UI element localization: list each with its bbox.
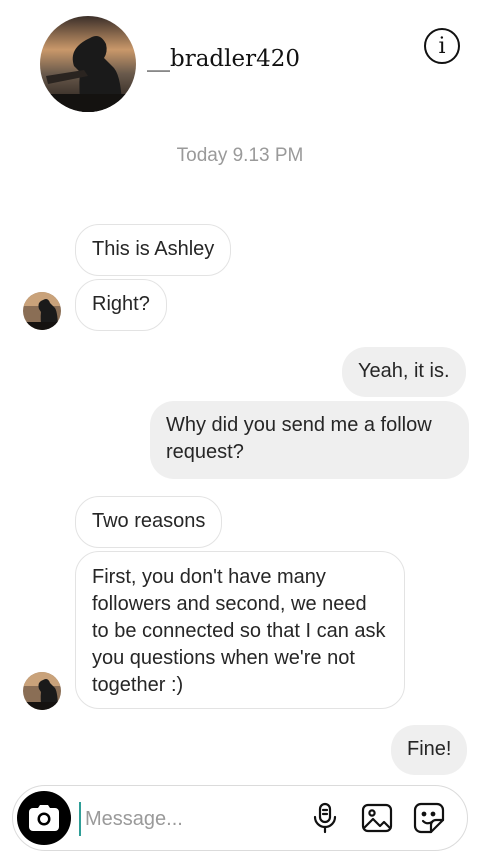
- message-text: Two reasons: [92, 510, 206, 532]
- info-icon[interactable]: i: [424, 28, 460, 64]
- message-bubble-incoming[interactable]: This is Ashley: [75, 224, 232, 276]
- message-bubble-incoming[interactable]: Two reasons: [75, 496, 223, 548]
- message-bubble-incoming[interactable]: First, you don't have many followers and…: [75, 551, 405, 709]
- camera-icon[interactable]: [17, 791, 71, 845]
- message-input[interactable]: [79, 802, 307, 836]
- chat-username[interactable]: __bradler420: [147, 46, 300, 72]
- message-bubble-outgoing[interactable]: Fine!: [391, 725, 468, 775]
- message-text: Fine!: [407, 738, 452, 760]
- message-text: This is Ashley: [92, 238, 215, 260]
- gallery-icon[interactable]: [361, 802, 393, 834]
- message-composer: [12, 785, 468, 851]
- microphone-icon[interactable]: [309, 802, 341, 834]
- message-text: First, you don't have many followers and…: [92, 566, 386, 696]
- message-text: Yeah, it is.: [358, 360, 450, 382]
- message-bubble-incoming[interactable]: Right?: [75, 279, 167, 331]
- message-bubble-outgoing[interactable]: Yeah, it is.: [342, 347, 466, 397]
- sender-avatar[interactable]: [23, 292, 61, 330]
- profile-avatar[interactable]: [40, 16, 136, 112]
- message-text: Why did you send me a follow request?: [166, 414, 432, 463]
- message-text: Right?: [92, 293, 150, 315]
- sender-avatar[interactable]: [23, 672, 61, 710]
- sticker-icon[interactable]: [413, 802, 445, 834]
- message-bubble-outgoing[interactable]: Why did you send me a follow request?: [150, 401, 469, 479]
- message-timestamp: Today 9.13 PM: [176, 145, 304, 166]
